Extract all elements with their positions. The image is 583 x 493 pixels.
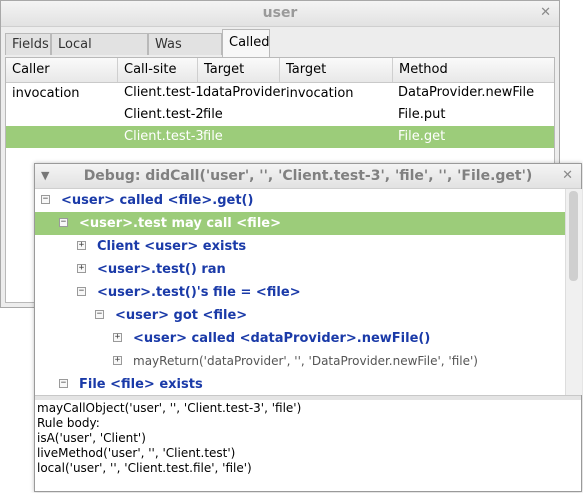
tree-node[interactable]: − <user>.test()'s file = <file> [35, 281, 565, 304]
table-row[interactable]: Client.test-2 file File.put [6, 104, 554, 126]
tree-node[interactable]: + <user> called <dataProvider>.newFile() [35, 327, 565, 350]
collapse-icon[interactable]: − [41, 195, 50, 204]
cell-caller-invocation [6, 104, 118, 126]
collapse-icon[interactable]: − [77, 287, 86, 296]
rule-line: Rule body: [37, 416, 100, 430]
cell-call-site: Client.test-2 [124, 107, 204, 122]
tree-node-label: <user> called <file>.get() [61, 193, 254, 208]
tree-scrollbar[interactable] [565, 189, 582, 395]
close-icon[interactable]: ✕ [540, 5, 551, 20]
rule-line: local('user', '', 'Client.test.file', 'f… [37, 461, 252, 475]
tree-node-label: <user> got <file> [115, 308, 248, 323]
rule-line: mayCallObject('user', '', 'Client.test-3… [37, 401, 302, 415]
cell-method: File.get [398, 129, 446, 144]
table-header: Caller invocation Call-site Target Targe… [6, 58, 554, 101]
tree-node[interactable]: + Client <user> exists [35, 235, 565, 258]
cell-caller-invocation [6, 82, 118, 104]
tree-node-label: File <file> exists [79, 377, 203, 392]
tree-node[interactable]: + mayReturn('dataProvider', '', 'DataPro… [35, 350, 565, 373]
collapse-icon[interactable]: − [59, 379, 68, 388]
debug-window: ▼ Debug: didCall('user', '', 'Client.tes… [34, 163, 582, 492]
expand-icon[interactable]: + [77, 264, 86, 273]
cell-method: DataProvider.newFile [398, 85, 535, 100]
cell-target: file [203, 107, 223, 122]
tab-was-called[interactable]: Was called [148, 33, 222, 74]
debug-window-title: Debug: didCall('user', '', 'Client.test-… [83, 168, 533, 184]
tree-node-label: <user> called <dataProvider>.newFile() [133, 331, 431, 346]
tab-fields[interactable]: Fields [5, 33, 51, 55]
scrollbar-thumb[interactable] [569, 191, 578, 281]
cell-target: dataProvider [203, 85, 286, 100]
tree-node-label: <user>.test may call <file> [79, 216, 281, 231]
cell-method: File.put [398, 107, 446, 122]
derivation-tree: − <user> called <file>.get() − <user>.te… [35, 189, 565, 395]
column-header-target-invocation[interactable]: Target invocation [280, 58, 393, 101]
debug-window-titlebar[interactable]: ▼ Debug: didCall('user', '', 'Client.tes… [35, 164, 581, 189]
tree-node-label: Client <user> exists [97, 239, 247, 254]
rule-line: isA('user', 'Client') [37, 431, 146, 445]
cell-caller-invocation [6, 126, 118, 148]
tree-node[interactable]: + <user>.test() ran [35, 258, 565, 281]
table-row[interactable]: Client.test-1 dataProvider DataProvider.… [6, 82, 554, 104]
column-header-call-site[interactable]: Call-site [118, 58, 198, 82]
tab-called[interactable]: Called [222, 29, 270, 57]
expand-icon[interactable]: + [77, 241, 86, 250]
tab-local-variables[interactable]: Local variables [51, 33, 148, 74]
tree-node-label: <user>.test() ran [97, 262, 226, 277]
column-header-target[interactable]: Target [198, 58, 280, 82]
column-header-method[interactable]: Method [393, 58, 554, 82]
tree-node-label: mayReturn('dataProvider', '', 'DataProvi… [133, 354, 478, 368]
cell-target-invocation [281, 82, 285, 104]
user-window-title: user [262, 5, 298, 21]
tree-node-label: <user>.test()'s file = <file> [97, 285, 301, 300]
cell-target-invocation [281, 104, 285, 126]
collapse-icon[interactable]: − [59, 218, 68, 227]
cell-call-site: Client.test-1 [124, 85, 204, 100]
collapse-icon[interactable]: − [95, 310, 104, 319]
user-window-titlebar[interactable]: user ✕ [1, 1, 559, 27]
cell-call-site: Client.test-3 [124, 129, 204, 144]
tree-node[interactable]: − <user> called <file>.get() [35, 189, 565, 212]
tree-node[interactable]: − File <file> exists [35, 373, 565, 395]
close-icon[interactable]: ✕ [562, 168, 573, 183]
expand-icon[interactable]: + [113, 356, 122, 365]
cell-target: file [203, 129, 223, 144]
rule-line: liveMethod('user', '', 'Client.test') [37, 446, 236, 460]
table-row-selected[interactable]: Client.test-3 file File.get [6, 126, 554, 148]
column-header-caller-invocation[interactable]: Caller invocation [6, 58, 118, 101]
rule-detail-text: mayCallObject('user', '', 'Client.test-3… [35, 400, 581, 491]
tree-node-selected[interactable]: − <user>.test may call <file> [35, 212, 565, 235]
cell-target-invocation [281, 126, 285, 148]
tree-node[interactable]: − <user> got <file> [35, 304, 565, 327]
expand-icon[interactable]: + [113, 333, 122, 342]
